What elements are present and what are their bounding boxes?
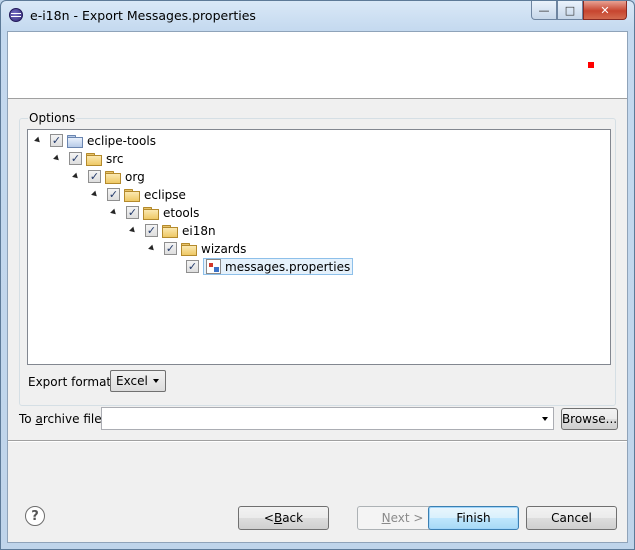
- tree-checkbox[interactable]: ✓: [88, 170, 101, 183]
- maximize-button[interactable]: □: [557, 1, 583, 20]
- export-format-select[interactable]: Excel: [110, 370, 166, 392]
- dialog-client-area: Options ✓ eclipe-tools ✓ src ✓ org ✓ ecl…: [7, 31, 628, 543]
- collapse-arrow-icon[interactable]: [110, 208, 118, 217]
- tree-label: messages.properties: [225, 259, 351, 274]
- minimize-button[interactable]: —: [531, 1, 557, 20]
- tree-label: wizards: [201, 241, 247, 256]
- browse-button[interactable]: Browse...: [561, 408, 618, 430]
- collapse-arrow-icon[interactable]: [129, 226, 137, 235]
- check-icon: ✓: [70, 152, 81, 165]
- chevron-down-icon: [153, 379, 159, 383]
- check-icon: ✓: [89, 170, 100, 183]
- tree-checkbox[interactable]: ✓: [164, 242, 177, 255]
- tree-row-src[interactable]: ✓ src: [53, 150, 124, 167]
- dialog-window: e-i18n - Export Messages.properties — □ …: [0, 0, 635, 550]
- check-icon: ✓: [127, 206, 138, 219]
- options-label: Options: [28, 111, 77, 125]
- close-icon: ✕: [600, 3, 610, 17]
- tree-label: eclipe-tools: [87, 133, 156, 148]
- eclipse-icon: [9, 8, 23, 22]
- next-suffix: ext >: [390, 511, 424, 525]
- close-button[interactable]: ✕: [583, 1, 627, 20]
- tree-checkbox[interactable]: ✓: [107, 188, 120, 201]
- resource-tree[interactable]: ✓ eclipe-tools ✓ src ✓ org ✓ eclipse ✓ e…: [27, 129, 611, 365]
- collapse-arrow-icon[interactable]: [34, 136, 42, 145]
- check-icon: ✓: [51, 134, 62, 147]
- folder-icon: [124, 188, 140, 202]
- archive-file-label: To archive file:: [19, 412, 106, 426]
- export-format-value: Excel: [116, 374, 148, 388]
- back-suffix: ack: [282, 511, 304, 525]
- tree-row-messages-properties[interactable]: ✓ messages.properties: [186, 258, 354, 275]
- red-marker: [588, 62, 594, 68]
- folder-icon: [86, 152, 102, 166]
- folder-icon: [181, 242, 197, 256]
- finish-button[interactable]: Finish: [428, 506, 519, 530]
- cancel-button[interactable]: Cancel: [526, 506, 617, 530]
- tree-checkbox[interactable]: ✓: [186, 260, 199, 273]
- collapse-arrow-icon[interactable]: [72, 172, 80, 181]
- collapse-arrow-icon[interactable]: [148, 244, 156, 253]
- maximize-icon: □: [564, 3, 576, 17]
- archive-file-input[interactable]: [101, 407, 554, 430]
- folder-icon: [105, 170, 121, 184]
- properties-file-icon: [206, 259, 221, 274]
- export-format-label: Export format:: [28, 375, 116, 389]
- check-icon: ✓: [146, 224, 157, 237]
- tree-row-org[interactable]: ✓ org: [72, 168, 145, 185]
- tree-checkbox[interactable]: ✓: [145, 224, 158, 237]
- archive-label-prefix: To: [19, 412, 36, 426]
- chevron-down-icon[interactable]: [542, 417, 548, 421]
- tree-checkbox[interactable]: ✓: [69, 152, 82, 165]
- tree-row-ei18n[interactable]: ✓ ei18n: [129, 222, 216, 239]
- tree-label: eclipse: [144, 187, 186, 202]
- archive-label-mnemonic: a: [35, 412, 43, 426]
- folder-icon: [143, 206, 159, 220]
- next-mnemonic: N: [381, 511, 391, 525]
- folder-icon: [162, 224, 178, 238]
- tree-label: src: [106, 151, 124, 166]
- title-bar[interactable]: e-i18n - Export Messages.properties — □ …: [1, 1, 634, 31]
- tree-label: ei18n: [182, 223, 216, 238]
- tree-label: org: [125, 169, 145, 184]
- collapse-arrow-icon[interactable]: [91, 190, 99, 199]
- minimize-icon: —: [538, 3, 550, 17]
- tree-label: etools: [163, 205, 200, 220]
- back-button[interactable]: < Back: [238, 506, 329, 530]
- archive-label-suffix: rchive file:: [42, 412, 106, 426]
- tree-row-wizards[interactable]: ✓ wizards: [148, 240, 247, 257]
- tree-row-etools[interactable]: ✓ etools: [110, 204, 200, 221]
- tree-row-eclipse[interactable]: ✓ eclipse: [91, 186, 186, 203]
- project-folder-icon: [67, 134, 83, 148]
- window-title: e-i18n - Export Messages.properties: [30, 8, 256, 23]
- tree-checkbox[interactable]: ✓: [50, 134, 63, 147]
- back-prefix: <: [263, 511, 274, 525]
- help-icon[interactable]: ?: [25, 506, 45, 526]
- tree-checkbox[interactable]: ✓: [126, 206, 139, 219]
- selected-item[interactable]: messages.properties: [203, 258, 354, 275]
- button-bar-separator: [8, 440, 627, 442]
- check-icon: ✓: [108, 188, 119, 201]
- tree-row-eclipe-tools[interactable]: ✓ eclipe-tools: [34, 132, 156, 149]
- wizard-banner: [8, 32, 627, 99]
- check-icon: ✓: [187, 260, 198, 273]
- back-mnemonic: B: [273, 511, 283, 525]
- check-icon: ✓: [165, 242, 176, 255]
- collapse-arrow-icon[interactable]: [53, 154, 61, 163]
